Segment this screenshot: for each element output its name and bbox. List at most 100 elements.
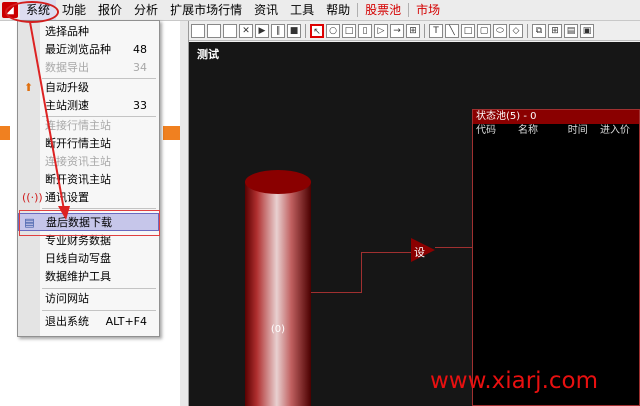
menu-item-label: 数据导出: [45, 61, 89, 74]
connector-wire: [311, 292, 361, 293]
menu-separator: [357, 3, 359, 17]
cylinder-label: (0): [270, 324, 286, 335]
open-folder-icon[interactable]: [207, 23, 221, 38]
grid-icon[interactable]: ⊞: [548, 23, 562, 38]
menu-item-visit-website[interactable]: 访问网站: [18, 290, 159, 308]
menu-separator: [408, 3, 410, 17]
upgrade-arrow-icon: ⬆: [23, 81, 34, 94]
menu-separator: [42, 208, 156, 209]
close-icon[interactable]: ✕: [239, 23, 253, 38]
toolbar-separator: [305, 23, 306, 38]
menu-item-exit-system[interactable]: 退出系统 ALT+F4: [18, 313, 159, 331]
menu-item-label: 自动升级: [45, 81, 89, 94]
menu-tools[interactable]: 工具: [284, 0, 320, 20]
menu-item-shortcut: 48: [133, 43, 147, 56]
state-pool-window[interactable]: 状态池(5) - 0 代码 名称 时间 进入价: [472, 109, 640, 406]
cylinder-body: [245, 182, 311, 406]
rounded-rect-tool-icon[interactable]: ▢: [477, 23, 491, 38]
play-icon[interactable]: ▶: [255, 23, 269, 38]
trigger-label: 设: [414, 246, 425, 259]
cylinder-tool-icon[interactable]: ▯: [358, 23, 372, 38]
triangle-tool-icon[interactable]: ▷: [374, 23, 388, 38]
state-pool-title: 状态池(5) - 0: [473, 110, 639, 124]
menu-item-shortcut: 34: [133, 61, 147, 74]
link-tool-icon[interactable]: ⊞: [406, 23, 420, 38]
menu-extended-market[interactable]: 扩展市场行情: [164, 0, 248, 20]
window-icon[interactable]: ▣: [580, 23, 594, 38]
toolbar-separator: [527, 23, 528, 38]
ellipse-tool-icon[interactable]: ⬭: [493, 23, 507, 38]
menu-separator: [42, 310, 156, 311]
menu-info[interactable]: 资讯: [248, 0, 284, 20]
menu-quote[interactable]: 报价: [92, 0, 128, 20]
column-header[interactable]: 代码: [473, 124, 515, 138]
watermark-text: www.xiarj.com: [430, 368, 599, 394]
system-menu-dropdown: 选择品种 最近浏览品种 48 数据导出 34 ⬆ 自动升级 主站测速 33 连接…: [17, 20, 160, 337]
menu-stock-pool[interactable]: 股票池: [359, 0, 407, 20]
menu-item-label: 断开资讯主站: [45, 173, 111, 186]
menu-analysis[interactable]: 分析: [128, 0, 164, 20]
menu-item-label: 退出系统: [45, 315, 89, 328]
menu-item-label: 数据维护工具: [45, 270, 111, 283]
save-icon[interactable]: [223, 23, 237, 38]
menu-item-shortcut: 33: [133, 99, 147, 112]
menu-item-disconnect-quote-server[interactable]: 断开行情主站: [18, 135, 159, 153]
column-header[interactable]: 名称: [515, 124, 565, 138]
menu-item-shortcut: ALT+F4: [105, 315, 147, 328]
copy-icon[interactable]: ⧉: [532, 23, 546, 38]
orange-marker: [0, 126, 10, 140]
menu-item-label: 通讯设置: [45, 191, 89, 204]
antenna-icon: ((·)): [22, 191, 43, 204]
menu-bar: ◢ 系统 功能 报价 分析 扩展市场行情 资讯 工具 帮助 股票池 市场: [0, 0, 640, 21]
canvas-title: 测试: [197, 48, 219, 61]
annotation-circle: [5, 1, 59, 23]
menu-item-connect-quote-server: 连接行情主站: [18, 117, 159, 135]
arrow-tool-icon[interactable]: →: [390, 23, 404, 38]
cylinder-top: [245, 170, 311, 194]
text-tool-icon[interactable]: T: [429, 23, 443, 38]
stop-icon[interactable]: ■: [287, 23, 301, 38]
menu-item-select-instrument[interactable]: 选择品种: [18, 23, 159, 41]
menu-item-server-speed-test[interactable]: 主站测速 33: [18, 97, 159, 115]
annotation-highlight-box: [19, 210, 160, 236]
line-tool-icon[interactable]: ╲: [445, 23, 459, 38]
connector-wire: [361, 252, 362, 293]
menu-item-label: 日线自动写盘: [45, 252, 111, 265]
square-tool-icon[interactable]: □: [461, 23, 475, 38]
pointer-icon[interactable]: ↖: [310, 23, 324, 38]
drawing-toolbar: ✕ ▶ ∥ ■ ↖ ○ □ ▯ ▷ → ⊞ T ╲ □ ▢ ⬭ ◇ ⧉ ⊞ ▤ …: [189, 21, 640, 41]
column-header[interactable]: 时间: [565, 124, 597, 138]
menu-separator: [42, 288, 156, 289]
toolbar-separator: [424, 23, 425, 38]
menu-help[interactable]: 帮助: [320, 0, 356, 20]
menu-item-export-data: 数据导出 34: [18, 59, 159, 77]
menu-item-label: 连接资讯主站: [45, 155, 111, 168]
column-header[interactable]: 进入价: [597, 124, 639, 138]
connector-wire: [361, 252, 411, 253]
menu-item-connect-info-server: 连接资讯主站: [18, 153, 159, 171]
connector-wire: [435, 247, 472, 248]
menu-market[interactable]: 市场: [410, 0, 446, 20]
menu-item-label: 断开行情主站: [45, 137, 111, 150]
menu-item-data-maintenance[interactable]: 数据维护工具: [18, 268, 159, 286]
menu-item-comm-settings[interactable]: ((·)) 通讯设置: [18, 189, 159, 207]
menu-item-label: 连接行情主站: [45, 119, 111, 132]
menu-item-auto-update[interactable]: ⬆ 自动升级: [18, 79, 159, 97]
menu-item-label: 主站测速: [45, 99, 89, 112]
menu-function[interactable]: 功能: [56, 0, 92, 20]
circle-tool-icon[interactable]: ○: [326, 23, 340, 38]
menu-item-recent-instruments[interactable]: 最近浏览品种 48: [18, 41, 159, 59]
menu-item-disconnect-info-server[interactable]: 断开资讯主站: [18, 171, 159, 189]
menu-item-label: 访问网站: [45, 292, 89, 305]
pause-icon[interactable]: ∥: [271, 23, 285, 38]
menu-item-daily-auto-write[interactable]: 日线自动写盘: [18, 250, 159, 268]
strategy-canvas[interactable]: 测试 (0) 设 状态池(5) - 0 代码 名称 时间 进入价: [189, 42, 640, 406]
layout-icon[interactable]: ▤: [564, 23, 578, 38]
new-doc-icon[interactable]: [191, 23, 205, 38]
rect-tool-icon[interactable]: □: [342, 23, 356, 38]
panel-splitter[interactable]: [180, 21, 189, 406]
menu-item-label: 最近浏览品种: [45, 43, 111, 56]
data-cylinder[interactable]: (0): [245, 170, 311, 406]
diamond-tool-icon[interactable]: ◇: [509, 23, 523, 38]
orange-marker: [163, 126, 180, 140]
